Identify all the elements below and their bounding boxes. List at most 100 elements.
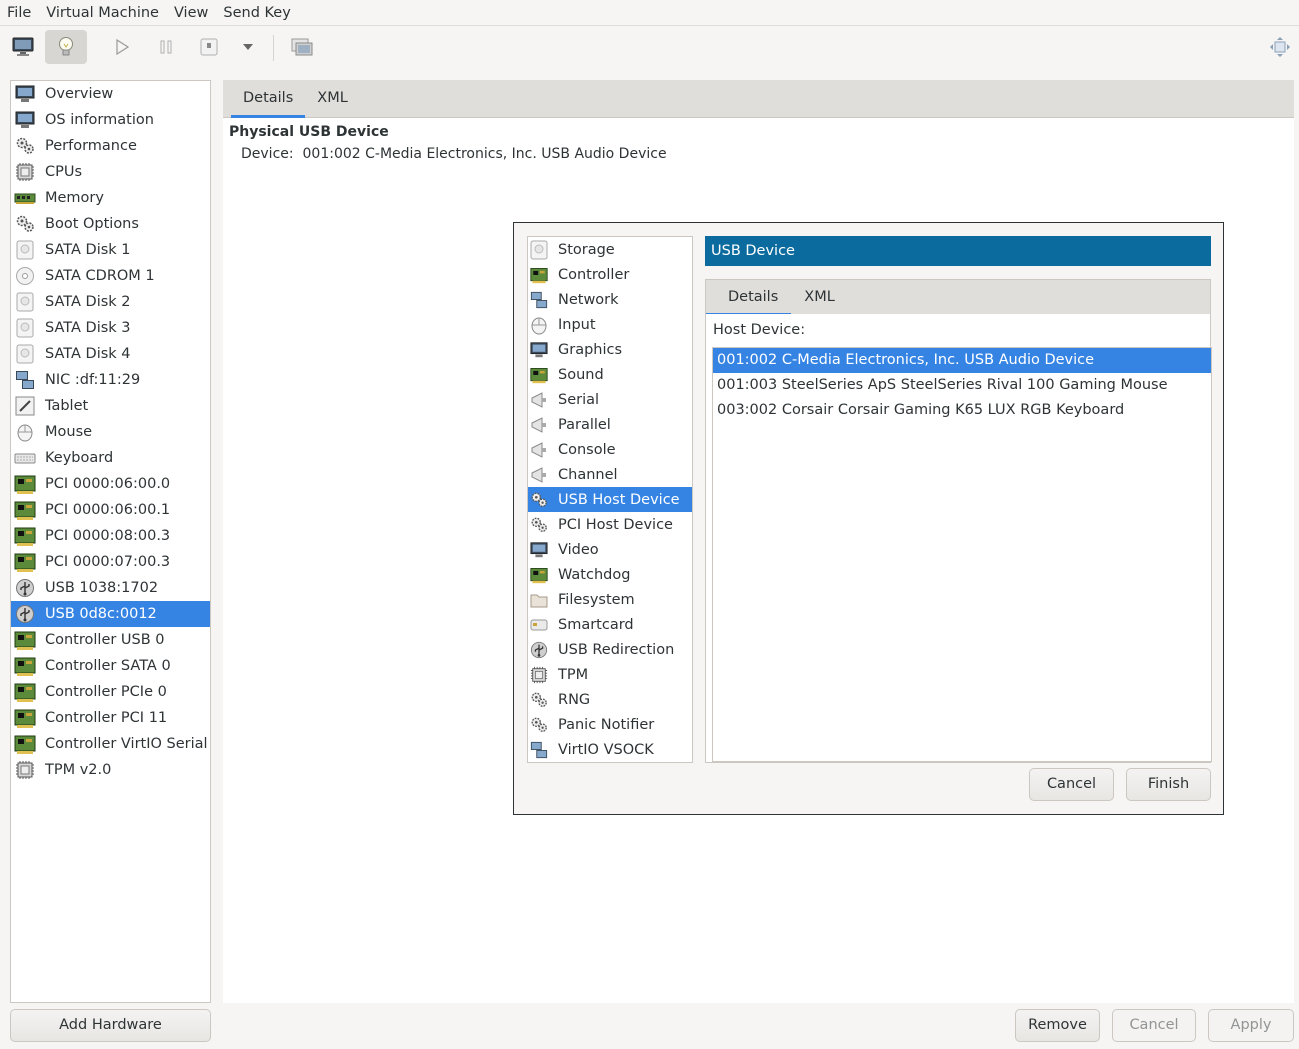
chevron-down-icon [242, 43, 254, 51]
hardware-item[interactable]: Keyboard [11, 445, 210, 471]
category-item[interactable]: RNG [528, 687, 692, 712]
hardware-item[interactable]: Controller PCI 11 [11, 705, 210, 731]
tab-details[interactable]: Details [231, 80, 306, 118]
category-item-label: RNG [558, 691, 591, 708]
host-device-row[interactable]: 001:003 SteelSeries ApS SteelSeries Riva… [713, 373, 1211, 398]
category-item[interactable]: Filesystem [528, 587, 692, 612]
hardware-item-label: SATA Disk 3 [45, 320, 131, 336]
network-icon [530, 741, 548, 759]
hardware-item-label: Tablet [45, 398, 89, 414]
category-item[interactable]: VirtIO VSOCK [528, 737, 692, 762]
category-item[interactable]: USB Host Device [528, 487, 692, 512]
hardware-item[interactable]: TPM v2.0 [11, 757, 210, 783]
hardware-item[interactable]: PCI 0000:06:00.0 [11, 471, 210, 497]
hardware-item[interactable]: USB 1038:1702 [11, 575, 210, 601]
card-icon [14, 733, 36, 755]
category-item[interactable]: Console [528, 437, 692, 462]
hardware-item[interactable]: Controller PCIe 0 [11, 679, 210, 705]
host-device-row[interactable]: 001:002 C-Media Electronics, Inc. USB Au… [713, 348, 1211, 373]
chip-icon [14, 161, 36, 183]
category-item[interactable]: Network [528, 287, 692, 312]
host-device-row[interactable]: 003:002 Corsair Corsair Gaming K65 LUX R… [713, 398, 1211, 423]
cancel-button[interactable]: Cancel [1112, 1009, 1196, 1042]
category-item[interactable]: USB Redirection [528, 637, 692, 662]
remove-button[interactable]: Remove [1015, 1009, 1100, 1042]
fullscreen-button[interactable] [1266, 30, 1294, 64]
menu-view[interactable]: View [167, 0, 216, 26]
apply-button[interactable]: Apply [1208, 1009, 1294, 1042]
dialog-tab-xml[interactable]: XML [791, 280, 848, 315]
hardware-item[interactable]: SATA Disk 3 [11, 315, 210, 341]
category-item[interactable]: Parallel [528, 412, 692, 437]
usb-icon [14, 603, 36, 625]
dialog-tabbar: Details XML [705, 279, 1211, 316]
device-value: 001:002 C-Media Electronics, Inc. USB Au… [302, 146, 667, 162]
mouse-icon [530, 316, 548, 334]
device-label: Device: [241, 146, 294, 162]
hardware-category-list[interactable]: Storage Controller Network Input Graphics Sou… [527, 236, 693, 763]
category-item[interactable]: TPM [528, 662, 692, 687]
category-item[interactable]: Serial [528, 387, 692, 412]
category-item[interactable]: Graphics [528, 337, 692, 362]
category-item[interactable]: Sound [528, 362, 692, 387]
keyboard-icon [14, 447, 36, 469]
snapshots-button[interactable] [288, 30, 316, 64]
pause-button[interactable] [152, 30, 180, 64]
tablet-icon [14, 395, 36, 417]
dialog-tab-details[interactable]: Details [706, 280, 792, 316]
category-item[interactable]: Input [528, 312, 692, 337]
category-item-label: Sound [558, 366, 604, 383]
hardware-item-label: Memory [45, 190, 104, 206]
hardware-list[interactable]: Overview OS information Performance CPUs Mem… [10, 80, 211, 1003]
hardware-item[interactable]: Memory [11, 185, 210, 211]
dialog-finish-button[interactable]: Finish [1126, 768, 1211, 801]
dialog-header: USB Device [705, 236, 1211, 266]
hardware-item[interactable]: Controller USB 0 [11, 627, 210, 653]
menu-send-key[interactable]: Send Key [216, 0, 298, 26]
hardware-item[interactable]: SATA Disk 1 [11, 237, 210, 263]
hardware-item[interactable]: PCI 0000:07:00.3 [11, 549, 210, 575]
disk-icon [530, 240, 548, 259]
hardware-item[interactable]: Controller VirtIO Serial 0 [11, 731, 210, 757]
dialog-cancel-button[interactable]: Cancel [1029, 768, 1114, 801]
hardware-item[interactable]: PCI 0000:06:00.1 [11, 497, 210, 523]
shutdown-menu-button[interactable] [236, 30, 260, 64]
details-button[interactable] [45, 30, 87, 64]
tab-xml[interactable]: XML [305, 80, 360, 117]
hardware-item[interactable]: Boot Options [11, 211, 210, 237]
hardware-item[interactable]: SATA CDROM 1 [11, 263, 210, 289]
category-item[interactable]: Video [528, 537, 692, 562]
hardware-item[interactable]: Overview [11, 81, 210, 107]
category-item[interactable]: Panic Notifier [528, 712, 692, 737]
host-device-list[interactable]: 001:002 C-Media Electronics, Inc. USB Au… [712, 347, 1212, 762]
category-item[interactable]: Controller [528, 262, 692, 287]
category-item[interactable]: Storage [528, 237, 692, 262]
run-button[interactable] [108, 30, 136, 64]
category-item-label: Watchdog [558, 566, 631, 583]
category-item[interactable]: Smartcard [528, 612, 692, 637]
hardware-item[interactable]: SATA Disk 4 [11, 341, 210, 367]
hardware-item-label: SATA Disk 1 [45, 242, 131, 258]
usb-icon [530, 641, 548, 659]
hardware-item-label: Overview [45, 86, 114, 102]
add-hardware-button[interactable]: Add Hardware [10, 1009, 211, 1042]
category-item[interactable]: PCI Host Device [528, 512, 692, 537]
hardware-item[interactable]: Mouse [11, 419, 210, 445]
hardware-item[interactable]: CPUs [11, 159, 210, 185]
hardware-item[interactable]: OS information [11, 107, 210, 133]
hardware-item[interactable]: Controller SATA 0 [11, 653, 210, 679]
hardware-item[interactable]: NIC :df:11:29 [11, 367, 210, 393]
category-item-label: Smartcard [558, 616, 634, 633]
category-item[interactable]: Channel [528, 462, 692, 487]
hardware-item[interactable]: USB 0d8c:0012 [11, 601, 210, 627]
hardware-item[interactable]: Performance [11, 133, 210, 159]
menu-file[interactable]: File [0, 0, 39, 26]
shutdown-button[interactable] [195, 30, 223, 64]
category-item[interactable]: Watchdog [528, 562, 692, 587]
hardware-item[interactable]: SATA Disk 2 [11, 289, 210, 315]
hardware-item[interactable]: PCI 0000:08:00.3 [11, 523, 210, 549]
hardware-item[interactable]: Tablet [11, 393, 210, 419]
add-hardware-dialog: Storage Controller Network Input Graphics Sou… [513, 222, 1224, 815]
console-button[interactable] [4, 30, 42, 64]
menu-virtual-machine[interactable]: Virtual Machine [39, 0, 167, 26]
